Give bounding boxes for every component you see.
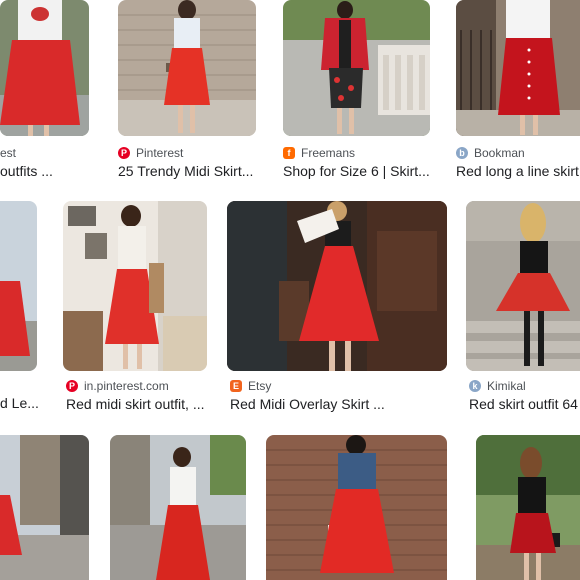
- site-icon: k: [469, 380, 481, 392]
- result-thumbnail[interactable]: [118, 0, 256, 136]
- site-icon: b: [456, 147, 468, 159]
- result-source: Etsy: [248, 379, 272, 393]
- result-source: Freemans: [301, 146, 356, 160]
- result-source: Pinterest: [136, 146, 184, 160]
- image-woman-red-skirt-reading: [227, 201, 447, 371]
- image-woman-red-skirt: [0, 0, 89, 136]
- result-title[interactable]: 25 Trendy Midi Skirt...: [118, 163, 258, 179]
- result-thumbnail[interactable]: [476, 435, 580, 580]
- image-woman-red-skirt: [118, 0, 256, 136]
- result-source: in.pinterest.com: [84, 379, 169, 393]
- result-title[interactable]: Red long a line skirt: [456, 163, 580, 179]
- image-woman-red-skirt-brick: [266, 435, 447, 580]
- result-source: Bookman: [474, 146, 525, 160]
- result-title[interactable]: Red Midi Overlay Skirt ...: [230, 396, 450, 412]
- result-thumbnail[interactable]: [0, 0, 89, 136]
- result-title[interactable]: Shop for Size 6 | Skirt...: [283, 163, 433, 179]
- result-title[interactable]: Red skirt outfit 64: [469, 396, 580, 412]
- result-thumbnail[interactable]: [0, 201, 37, 371]
- result-title[interactable]: outfits ...: [0, 163, 89, 179]
- result-title[interactable]: d Le...: [0, 395, 40, 411]
- result-thumbnail[interactable]: [227, 201, 447, 371]
- etsy-icon: E: [230, 380, 242, 392]
- image-woman-red-long-skirt: [456, 0, 580, 136]
- image-woman-red-skirt: [0, 201, 37, 371]
- freemans-icon: f: [283, 147, 295, 159]
- image-street-scene: [0, 435, 89, 580]
- image-woman-red-skirt-indoor: [63, 201, 207, 371]
- pinterest-icon: P: [118, 147, 130, 159]
- image-woman-red-coat: [283, 0, 430, 136]
- result-thumbnail[interactable]: [466, 201, 580, 371]
- result-source: est: [0, 146, 17, 160]
- image-woman-red-skirt-street: [110, 435, 246, 580]
- result-thumbnail[interactable]: [0, 435, 89, 580]
- result-title[interactable]: Red midi skirt outfit, ...: [66, 396, 211, 412]
- result-thumbnail[interactable]: [456, 0, 580, 136]
- result-thumbnail[interactable]: [110, 435, 246, 580]
- result-thumbnail[interactable]: [283, 0, 430, 136]
- pinterest-icon: P: [66, 380, 78, 392]
- image-woman-red-skirt-park: [476, 435, 580, 580]
- image-woman-red-skirt-steps: [466, 201, 580, 371]
- result-source: Kimikal: [487, 379, 526, 393]
- result-thumbnail[interactable]: [266, 435, 447, 580]
- result-thumbnail[interactable]: [63, 201, 207, 371]
